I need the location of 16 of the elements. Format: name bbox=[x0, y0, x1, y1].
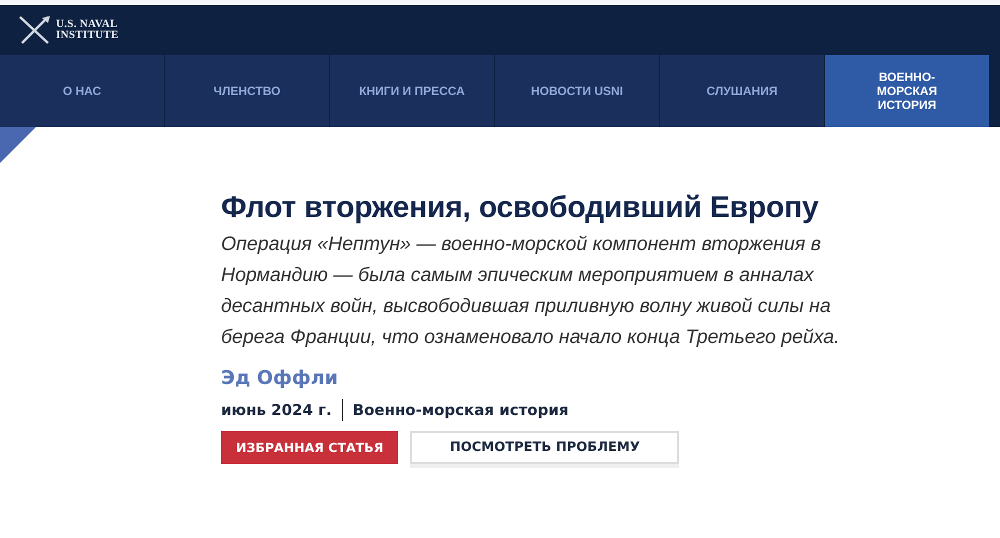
article-summary: Операция «Нептун» — военно-морской компонент вторжения в Нормандию — была самым эпическим мероприятием в анналах десантных войн, высвободившая приливную волну живой силы на берега Франции, что ознаменовало начало конца Третьего рейха. bbox=[221, 232, 841, 350]
author-link[interactable]: Эд Оффли bbox=[221, 367, 338, 389]
nav-tab[interactable]: НОВОСТИ USNI bbox=[495, 55, 659, 127]
corner-decoration bbox=[0, 127, 36, 163]
article-date: июнь 2024 г. bbox=[221, 401, 332, 419]
logo-text: U.S. NAVAL bbox=[56, 19, 119, 30]
nav-tab[interactable]: ВОЕННО-МОРСКАЯ ИСТОРИЯ bbox=[825, 55, 989, 127]
logo-text: INSTITUTE bbox=[56, 30, 119, 41]
nav-tab[interactable]: СЛУШАНИЯ bbox=[660, 55, 824, 127]
category-link[interactable]: Военно-морская история bbox=[352, 401, 568, 419]
nav-tab[interactable]: КНИГИ И ПРЕССА bbox=[330, 55, 494, 127]
nav-tab[interactable]: ЧЛЕНСТВО bbox=[165, 55, 329, 127]
featured-button[interactable]: ИЗБРАННАЯ СТАТЬЯ bbox=[221, 431, 398, 464]
nav-tab[interactable]: О НАС bbox=[0, 55, 164, 127]
crossed-swords-icon bbox=[18, 15, 52, 45]
article-title: Флот вторжения, освободивший Европу bbox=[221, 191, 820, 225]
